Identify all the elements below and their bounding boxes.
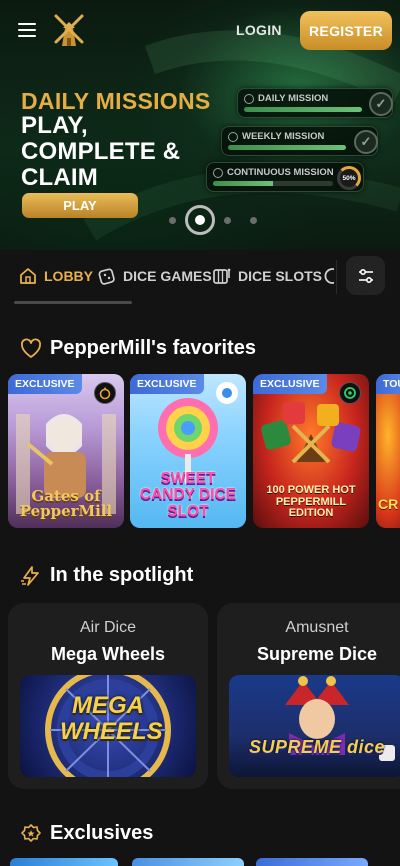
spotlight-art-title: SUPREME dice [248,737,386,757]
provider-logo-icon [94,382,116,404]
tournament-badge: TOU [376,374,400,394]
exclusive-badge: EXCLUSIVE [8,374,82,394]
section-title-text: PepperMill's favorites [50,337,256,359]
spotlight-card-mega-wheels[interactable]: Air Dice Mega Wheels MEGA WHEELS [8,603,208,789]
next-category-icon [322,266,334,286]
dice-icon [97,266,117,286]
spotlight-card-supreme-dice[interactable]: Amusnet Supreme Dice SUPREME dice [217,603,400,789]
tab-divider [336,260,337,294]
tab-lobby[interactable]: LOBBY [18,266,93,286]
mission-card-daily[interactable]: DAILY MISSION ✓ [237,88,393,118]
filter-sliders-icon [358,268,373,283]
jester-art [285,676,395,761]
provider-logo-icon [216,382,238,404]
mission-label: WEEKLY MISSION [242,131,325,142]
game-title-art: Gates of PepperMill [19,486,113,521]
exclusive-card-peek[interactable] [10,858,118,866]
badge-star-icon [20,823,42,845]
exclusives-heading: Exclusives [20,822,153,845]
game-title-art: 100 POWER HOT PEPPERMILL EDITION [266,484,356,520]
mission-progress-bar [228,145,346,150]
spotlight-art-title: MEGA WHEELS [60,692,163,745]
tab-label: LOBBY [44,268,93,284]
register-button[interactable]: REGISTER [300,11,392,50]
active-tab-indicator [14,301,132,304]
spotlight-provider: Amusnet [285,619,349,636]
carousel-dot[interactable] [250,217,257,224]
exclusive-badge: EXCLUSIVE [130,374,204,394]
mission-icon [228,132,238,142]
spotlight-provider: Air Dice [79,619,136,636]
slot-machine-icon [212,266,232,286]
exclusive-badge: EXCLUSIVE [253,374,327,394]
carousel-dot[interactable] [224,217,231,224]
game-card-sweet-candy[interactable]: EXCLUSIVE SWEET CANDY DICE SLOT [130,374,246,528]
spotlight-game-art: SUPREME dice [229,675,400,777]
tab-dice-slots[interactable]: DICE SLOTS [212,266,322,286]
section-title-text: In the spotlight [50,564,194,586]
provider-logo-icon [339,382,361,404]
lightning-icon [20,565,42,587]
tab-dice-games[interactable]: DICE GAMES [97,266,212,286]
game-card-gates-of-peppermill[interactable]: EXCLUSIVE Gates of PepperMill [8,374,124,528]
mission-progress-bar [213,181,333,186]
mission-label: DAILY MISSION [258,93,329,104]
mission-icon [244,94,254,104]
tab-more-partial[interactable] [322,266,334,286]
login-link[interactable]: LOGIN [236,22,282,38]
exclusive-card-peek[interactable] [256,858,368,866]
mission-percent: 50% [337,166,361,190]
check-icon: ✓ [354,130,378,154]
tab-label: DICE SLOTS [238,268,323,284]
carousel-indicator[interactable] [165,205,265,235]
spotlight-game-art: MEGA WHEELS [20,675,196,777]
carousel-dot[interactable] [169,217,176,224]
clock-icon [213,168,223,178]
mission-progress-bar [244,107,362,112]
carousel-dot-active[interactable] [185,205,215,235]
peppermill-logo[interactable] [52,12,86,50]
hero-play-button[interactable]: PLAY [22,193,138,218]
hero-title-white: PLAY, COMPLETE & CLAIM [21,112,181,191]
filter-button[interactable] [346,256,385,295]
home-icon [18,266,38,286]
favorites-heading: PepperMill's favorites [20,337,256,360]
mission-card-continuous[interactable]: CONTINUOUS MISSION 50% [206,162,364,192]
mission-card-weekly[interactable]: WEEKLY MISSION ✓ [221,126,378,156]
mission-label: CONTINUOUS MISSION [227,167,334,178]
section-title-text: Exclusives [50,822,154,844]
tab-label: DICE GAMES [123,268,212,284]
game-title-art: CR [378,496,399,513]
spotlight-game-name: Mega Wheels [50,644,166,664]
hero-title-gold: DAILY MISSIONS [21,88,211,114]
hamburger-menu-icon[interactable] [18,23,36,37]
category-tabs: LOBBY DICE GAMES DICE SLOTS [0,250,400,304]
game-card-partial[interactable]: TOU CR [376,374,400,528]
game-card-power-hot[interactable]: EXCLUSIVE 100 POWER HOT PEPPERMILL EDITI… [253,374,369,528]
spotlight-game-name: Supreme Dice [256,644,378,664]
exclusive-card-peek[interactable] [132,858,244,866]
heart-icon [20,338,42,360]
spotlight-heading: In the spotlight [20,564,193,587]
top-header: LOGIN REGISTER [0,0,400,62]
game-title-art: SWEET CANDY DICE SLOT [139,470,237,520]
check-icon: ✓ [369,92,393,116]
